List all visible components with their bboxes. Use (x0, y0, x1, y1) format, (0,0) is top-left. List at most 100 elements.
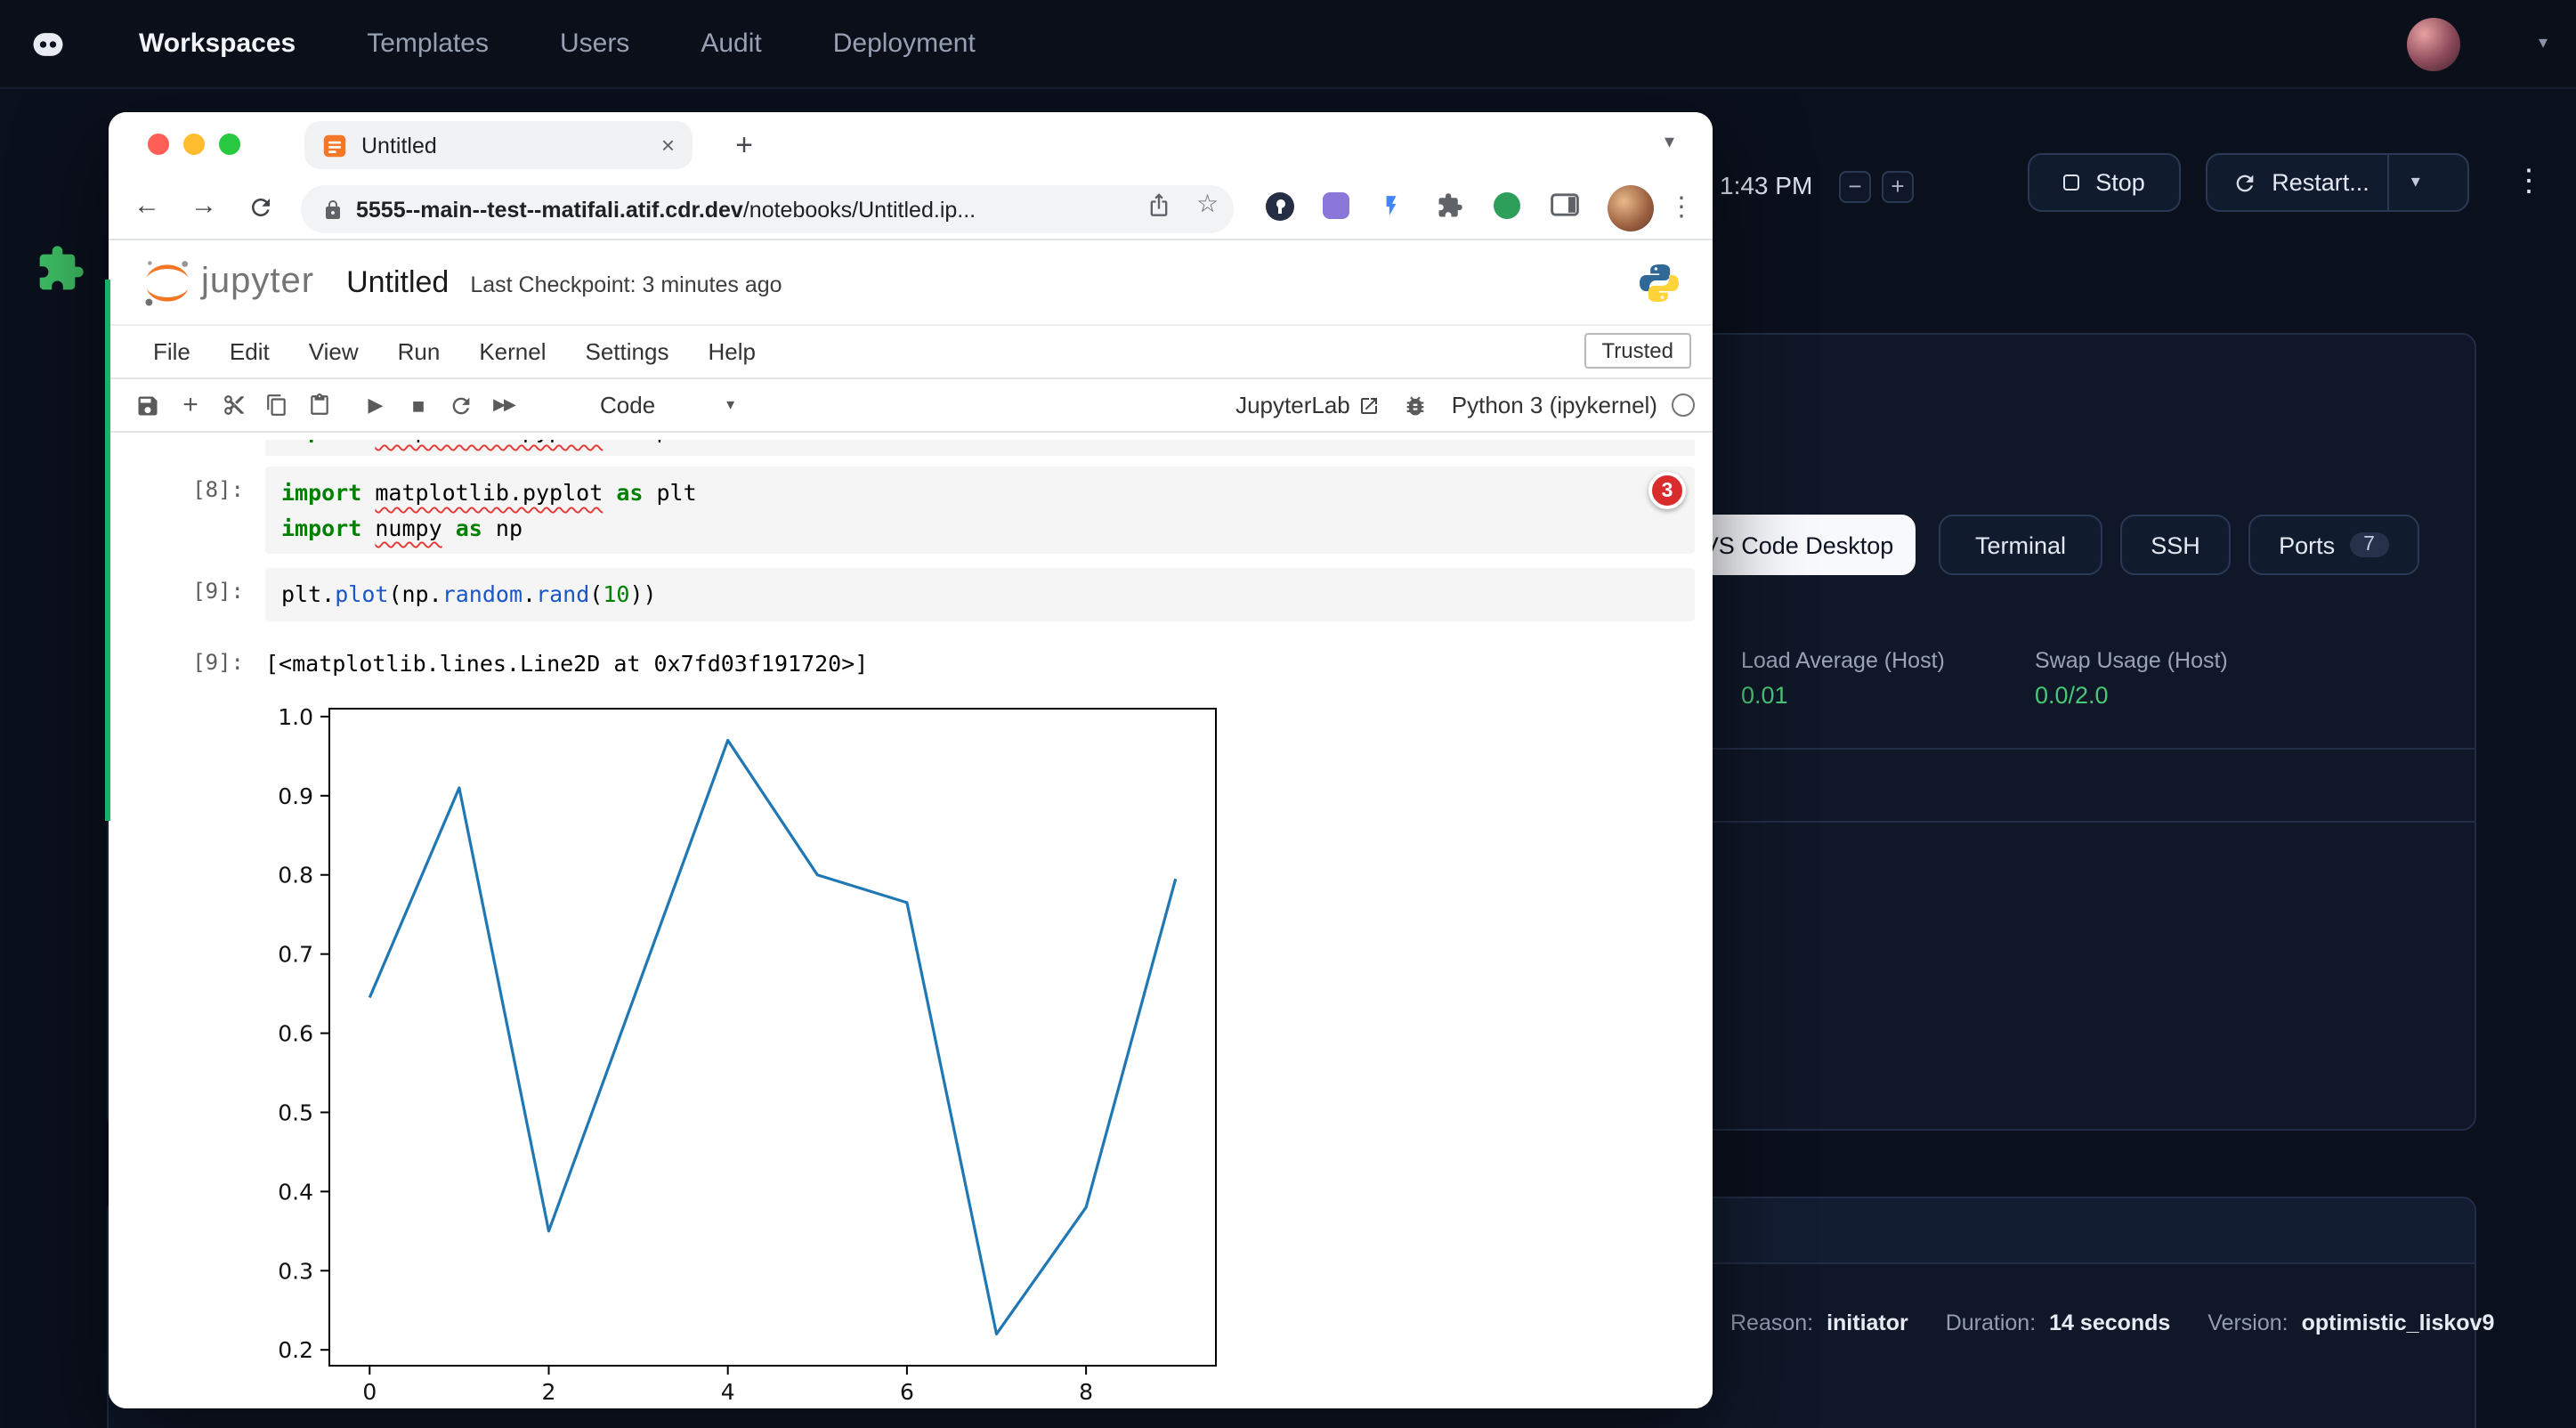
vscode-desktop-label: VS Code Desktop (1703, 531, 1894, 558)
browser-toolbar: ← → 5555--main--test--matifali.atif.cdr.… (109, 176, 1713, 240)
browser-tab[interactable]: Untitled × (304, 121, 693, 169)
kernel-name-button[interactable]: Python 3 (ipykernel) (1452, 392, 1657, 418)
extensions-puzzle-icon[interactable] (1437, 192, 1463, 228)
stop-button-label: Stop (2095, 169, 2145, 196)
matplotlib-figure: 0.20.30.40.50.60.70.80.91.002468 (249, 686, 1237, 1408)
menu-settings[interactable]: Settings (566, 338, 689, 365)
nav-item-users[interactable]: Users (560, 28, 629, 59)
bookmark-star-icon[interactable]: ☆ (1196, 189, 1219, 219)
user-avatar[interactable] (2407, 17, 2460, 70)
screen: Workspaces Templates Users Audit Deploym… (0, 0, 2576, 1428)
cell-9-output: [9]: [<matplotlib.lines.Line2D at 0x7fd0… (109, 638, 1713, 676)
lock-icon[interactable] (322, 199, 344, 220)
svg-text:0.8: 0.8 (278, 862, 313, 888)
run-all-cells-button[interactable]: ▶▶ (482, 385, 525, 425)
nav-item-audit[interactable]: Audit (701, 28, 761, 59)
workspace-menu-kebab[interactable]: ⋮ (2514, 164, 2544, 199)
zoom-in-button[interactable]: + (1882, 171, 1914, 203)
svg-text:0: 0 (362, 1378, 377, 1404)
meta-duration-label: Duration: (1946, 1310, 2036, 1335)
cell-type-dropdown[interactable]: Code ▾ (600, 392, 734, 418)
ssh-button[interactable]: SSH (2120, 515, 2231, 575)
chevron-down-icon[interactable]: ▾ (2539, 34, 2548, 53)
build-meta: Reason: initiator Duration: 14 seconds V… (1730, 1310, 2494, 1335)
zoom-out-button[interactable]: − (1839, 171, 1871, 203)
run-cell-button[interactable]: ▶ (354, 385, 397, 425)
green-extension-icon[interactable] (1494, 192, 1520, 219)
new-tab-button[interactable]: + (721, 123, 767, 169)
python-logo-icon (1638, 261, 1681, 304)
window-maximize-button[interactable] (219, 134, 240, 155)
nav-item-deployment[interactable]: Deployment (833, 28, 976, 59)
restart-options-chevron[interactable]: ▾ (2389, 155, 2442, 210)
cell-8-editor[interactable]: 3 import matplotlib.pyplot as pltimport … (265, 467, 1695, 554)
ports-button[interactable]: Ports 7 (2248, 515, 2419, 575)
svg-text:0.4: 0.4 (278, 1178, 313, 1204)
cell-8-prompt: [8]: (109, 467, 265, 502)
output-9-prompt: [9]: (109, 638, 265, 674)
clipped-cell: import matplotlib.pyplot as plt (109, 440, 1713, 456)
paste-cell-button[interactable] (297, 385, 340, 425)
save-button[interactable] (126, 385, 169, 425)
trusted-button[interactable]: Trusted (1584, 333, 1692, 369)
window-minimize-button[interactable] (183, 134, 205, 155)
menu-help[interactable]: Help (688, 338, 775, 365)
url-bar[interactable]: 5555--main--test--matifali.atif.cdr.dev/… (301, 185, 1234, 233)
open-in-jupyterlab-link[interactable]: JupyterLab (1235, 392, 1381, 418)
puzzle-extension-icon[interactable] (36, 244, 85, 294)
tab-close-icon[interactable]: × (661, 132, 675, 158)
svg-text:6: 6 (900, 1378, 914, 1404)
window-close-button[interactable] (148, 134, 169, 155)
nav-item-workspaces[interactable]: Workspaces (139, 28, 296, 59)
svg-text:1.0: 1.0 (278, 703, 313, 729)
stop-workspace-button[interactable]: Stop (2028, 153, 2181, 212)
menu-file[interactable]: File (134, 338, 210, 365)
terminal-label: Terminal (1975, 531, 2066, 558)
tab-list-chevron-icon[interactable]: ▾ (1665, 130, 1674, 153)
notebook-title[interactable]: Untitled (346, 264, 449, 300)
swap-usage-label: Swap Usage (Host) (2035, 648, 2228, 673)
svg-text:0.2: 0.2 (278, 1336, 313, 1362)
tab-title: Untitled (361, 133, 661, 158)
clock-time: 1:43 PM (1720, 171, 1812, 199)
purple-extension-icon[interactable] (1323, 192, 1349, 219)
checkpoint-status: Last Checkpoint: 3 minutes ago (470, 272, 782, 297)
browser-profile-avatar[interactable] (1608, 185, 1654, 231)
meta-version-value: optimistic_liskov9 (2302, 1310, 2495, 1335)
share-icon[interactable] (1146, 192, 1171, 226)
browser-menu-kebab-icon[interactable]: ⋮ (1668, 191, 1695, 223)
debugger-bug-icon[interactable] (1395, 385, 1438, 425)
kernel-status-icon (1672, 394, 1695, 417)
notebook-content: import matplotlib.pyplot as plt [8]: 3 i… (109, 433, 1713, 1408)
vscode-desktop-button[interactable]: VS Code Desktop (1681, 515, 1916, 575)
restart-icon (2232, 170, 2257, 195)
coder-logo-icon[interactable] (28, 24, 68, 63)
forward-icon[interactable]: → (190, 191, 217, 221)
menu-view[interactable]: View (289, 338, 378, 365)
jupyter-favicon (322, 133, 347, 158)
svg-text:2: 2 (542, 1378, 556, 1404)
password-manager-extension-icon[interactable] (1266, 192, 1294, 221)
restart-workspace-button[interactable]: Restart... ▾ (2206, 153, 2469, 212)
nav-item-templates[interactable]: Templates (367, 28, 489, 59)
cell-9-editor[interactable]: plt.plot(np.random.rand(10)) (265, 568, 1695, 621)
cut-cell-button[interactable] (212, 385, 255, 425)
restart-kernel-button[interactable] (440, 385, 482, 425)
jupyter-brand-text: jupyter (201, 262, 314, 303)
menu-kernel[interactable]: Kernel (459, 338, 565, 365)
copy-cell-button[interactable] (255, 385, 297, 425)
menu-run[interactable]: Run (378, 338, 460, 365)
top-nav: Workspaces Templates Users Audit Deploym… (0, 0, 2576, 89)
reload-icon[interactable] (247, 194, 274, 228)
insert-cell-button[interactable]: + (169, 385, 212, 425)
meta-version-label: Version: (2207, 1310, 2288, 1335)
back-icon[interactable]: ← (134, 191, 160, 221)
side-panel-icon[interactable] (1551, 192, 1579, 226)
bolt-extension-icon[interactable] (1380, 192, 1403, 228)
browser-tab-strip: Untitled × + ▾ (109, 112, 1713, 176)
menu-edit[interactable]: Edit (210, 338, 289, 365)
cell-type-value: Code (600, 392, 655, 418)
code-cell-9: [9]: plt.plot(np.random.rand(10)) (109, 568, 1713, 621)
terminal-button[interactable]: Terminal (1939, 515, 2102, 575)
interrupt-kernel-button[interactable]: ■ (397, 385, 440, 425)
